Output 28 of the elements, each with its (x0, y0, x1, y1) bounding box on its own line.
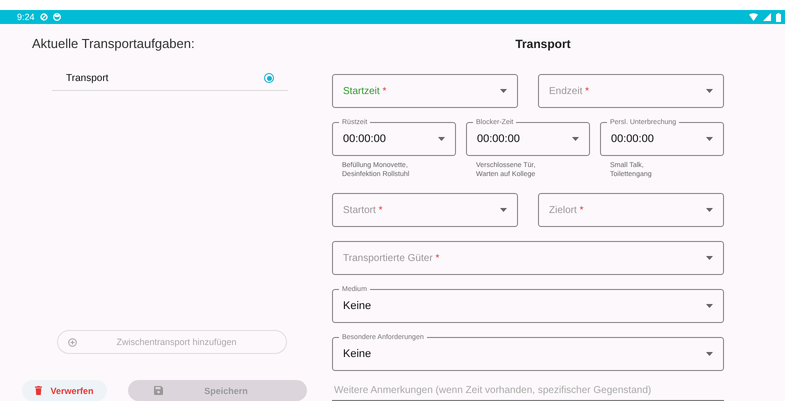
shield-icon (40, 13, 48, 21)
discard-button[interactable]: Verwerfen (22, 380, 107, 401)
battery-icon (776, 12, 781, 22)
status-time: 9:24 (17, 12, 35, 22)
plus-icon (68, 338, 77, 346)
caret-icon (706, 89, 713, 93)
caret-icon (706, 304, 713, 308)
caret-icon (706, 137, 713, 141)
dropdown-field[interactable]: Startort * (332, 193, 518, 227)
caret-icon (500, 89, 507, 93)
caret-icon (706, 352, 713, 356)
caret-icon (500, 208, 507, 212)
radio-button[interactable] (264, 73, 274, 83)
panel-title: Aktuelle Transportaufgaben: (32, 36, 196, 52)
caret-icon (438, 137, 445, 141)
wifi-icon (749, 13, 758, 21)
caret-icon (706, 256, 713, 260)
signal-icon (763, 13, 771, 21)
form-title: Transport (514, 36, 572, 52)
dropdown-field[interactable]: Endzeit * (538, 74, 724, 108)
caret-icon (572, 137, 579, 141)
caret-icon (706, 208, 713, 212)
dropdown-field[interactable]: Zielort * (538, 193, 724, 227)
dropdown-field[interactable]: Transportierte Güter * (332, 241, 724, 275)
trash-icon (35, 386, 42, 395)
notes-field[interactable]: Weitere Anmerkungen (wenn Zeit vorhanden, spezifischer Gegenstand) (332, 385, 724, 401)
dropdown-field[interactable]: Startzeit * (332, 74, 518, 108)
task-item[interactable]: Transport (52, 66, 288, 91)
